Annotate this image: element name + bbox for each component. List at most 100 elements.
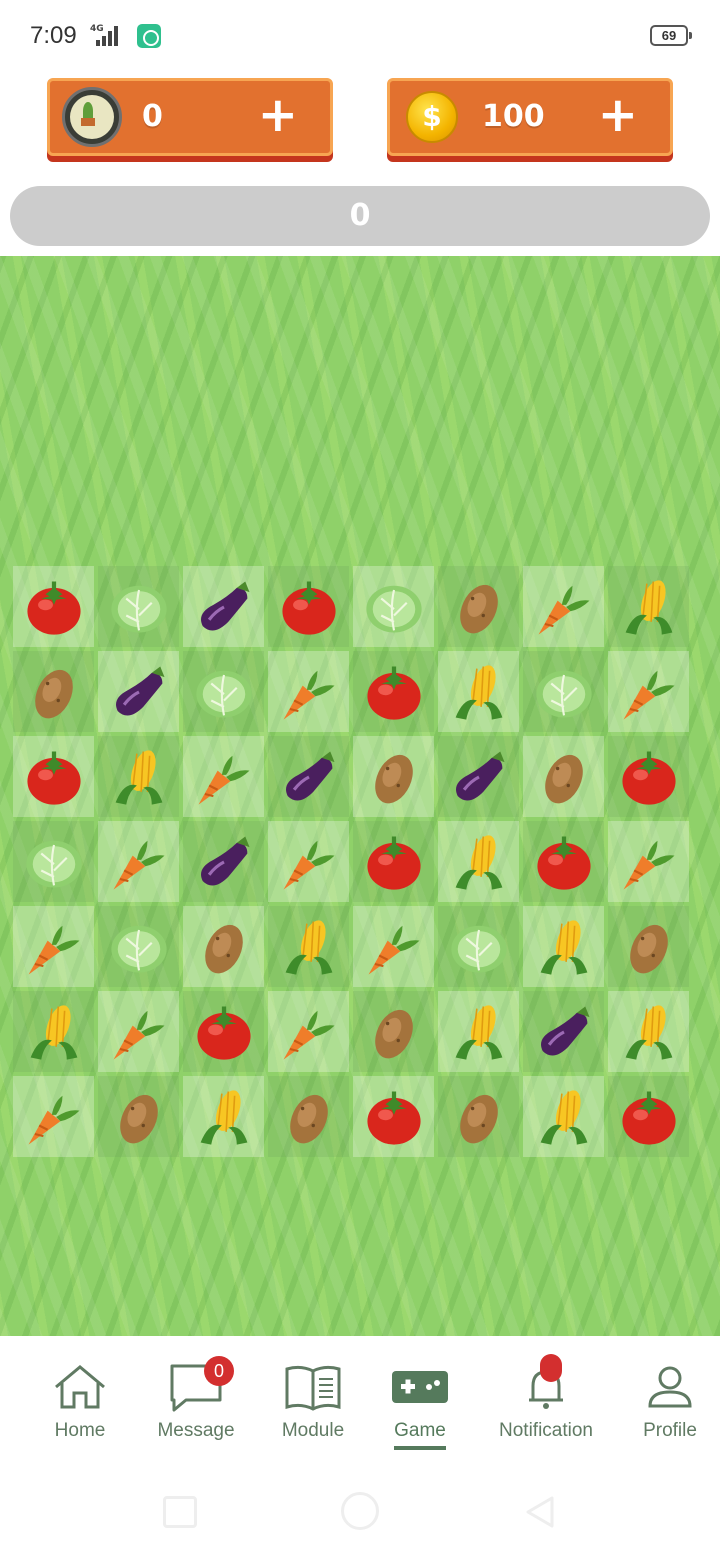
carrot-icon [615,828,683,896]
grid-cell-corn[interactable] [98,736,179,817]
grid-cell-tomato[interactable] [608,1076,689,1157]
grid-cell-tomato[interactable] [13,566,94,647]
nav-module-label: Module [281,1420,345,1441]
message-icon: 0 [166,1356,234,1414]
cabbage-icon [530,658,598,726]
grid-cell-potato[interactable] [523,736,604,817]
potato-icon [20,658,88,726]
grid-cell-carrot[interactable] [98,991,179,1072]
back-button[interactable] [522,1494,558,1530]
grid-cell-potato[interactable] [438,1076,519,1157]
grid-cell-tomato[interactable] [183,991,264,1072]
avatar-coin-icon [62,87,122,147]
grid-cell-eggplant[interactable] [183,821,264,902]
signal-icon: 4G [88,24,128,46]
grid-cell-carrot[interactable] [13,1076,94,1157]
grid-cell-potato[interactable] [438,566,519,647]
grid-cell-potato[interactable] [353,991,434,1072]
grid-cell-tomato[interactable] [523,821,604,902]
grid-cell-cabbage[interactable] [438,906,519,987]
grid-cell-cabbage[interactable] [183,651,264,732]
grid-cell-carrot[interactable] [268,991,349,1072]
grid-cell-potato[interactable] [353,736,434,817]
grid-cell-tomato[interactable] [353,821,434,902]
corn-icon [190,1083,258,1151]
nav-module[interactable]: Module [273,1336,353,1460]
grid-cell-corn[interactable] [523,906,604,987]
grid-cell-carrot[interactable] [268,821,349,902]
grid-cell-carrot[interactable] [13,906,94,987]
grid-cell-cabbage[interactable] [353,566,434,647]
grid-cell-cabbage[interactable] [98,906,179,987]
grid-cell-eggplant[interactable] [523,991,604,1072]
nav-game[interactable]: Game [385,1336,455,1460]
system-navigation [0,1460,720,1560]
notification-dot [540,1354,562,1382]
cabbage-icon [445,913,513,981]
grid-cell-corn[interactable] [523,1076,604,1157]
grid-cell-corn[interactable] [438,991,519,1072]
grid-cell-cabbage[interactable] [13,821,94,902]
grid-cell-corn[interactable] [183,1076,264,1157]
nav-profile[interactable]: Profile [632,1336,708,1460]
grid-cell-corn[interactable] [438,821,519,902]
tomato-icon [20,573,88,641]
grid-cell-tomato[interactable] [268,566,349,647]
grid-cell-potato[interactable] [268,1076,349,1157]
grid-cell-carrot[interactable] [268,651,349,732]
grid-cell-potato[interactable] [98,1076,179,1157]
cabbage-icon [105,573,173,641]
grid-cell-carrot[interactable] [183,736,264,817]
grid-cell-tomato[interactable] [353,651,434,732]
grid-cell-potato[interactable] [183,906,264,987]
grid-cell-potato[interactable] [13,651,94,732]
carrot-icon [20,913,88,981]
grid-cell-carrot[interactable] [608,651,689,732]
add-coin-button[interactable]: + [598,89,638,141]
cabbage-icon [360,573,428,641]
game-board-area [0,256,720,1336]
nav-game-label: Game [394,1420,446,1450]
grid-cell-eggplant[interactable] [183,566,264,647]
grid-cell-corn[interactable] [13,991,94,1072]
corn-icon [105,743,173,811]
grid-cell-corn[interactable] [438,651,519,732]
grid-cell-carrot[interactable] [98,821,179,902]
add-avatar-currency-button[interactable]: + [258,89,298,141]
grid-cell-potato[interactable] [608,906,689,987]
potato-icon [105,1083,173,1151]
cabbage-icon [20,828,88,896]
grid-cell-cabbage[interactable] [523,651,604,732]
home-system-button[interactable] [341,1492,379,1530]
potato-icon [275,1083,343,1151]
grid-cell-tomato[interactable] [353,1076,434,1157]
nav-notification[interactable]: Notification [490,1336,602,1460]
nav-message[interactable]: 0 Message [148,1336,244,1460]
carrot-icon [275,998,343,1066]
tomato-icon [275,573,343,641]
grid-cell-eggplant[interactable] [98,651,179,732]
grid-cell-carrot[interactable] [523,566,604,647]
grid-cell-tomato[interactable] [608,736,689,817]
grid-cell-corn[interactable] [608,991,689,1072]
nav-home[interactable]: Home [40,1336,120,1460]
corn-icon [445,658,513,726]
grid-cell-corn[interactable] [268,906,349,987]
nav-message-label: Message [157,1420,235,1441]
network-type: 4G [90,24,104,34]
grid-cell-eggplant[interactable] [438,736,519,817]
tomato-icon [530,828,598,896]
corn-icon [445,828,513,896]
potato-icon [190,913,258,981]
grid-cell-eggplant[interactable] [268,736,349,817]
grid-cell-carrot[interactable] [353,906,434,987]
status-bar: 7:09 4G 69 [0,0,720,72]
grid-cell-corn[interactable] [608,566,689,647]
eggplant-icon [190,828,258,896]
recent-apps-button[interactable] [163,1496,197,1528]
grid-cell-tomato[interactable] [13,736,94,817]
grid-cell-carrot[interactable] [608,821,689,902]
battery-icon: 69 [650,25,692,46]
score-value: 0 [349,198,371,233]
grid-cell-cabbage[interactable] [98,566,179,647]
